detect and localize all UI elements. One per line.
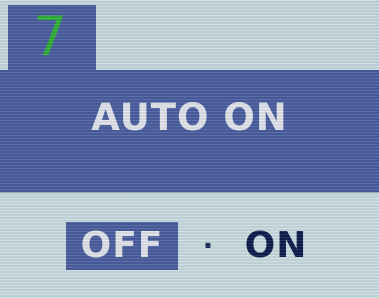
divider [0,192,379,193]
step-number: 7 [34,5,69,68]
option-selector: OFF · ON [0,222,379,274]
step-indicator: 7 [8,5,96,70]
option-on[interactable]: ON [226,222,326,270]
option-separator: · [202,229,214,262]
option-off[interactable]: OFF [66,222,178,270]
menu-title: AUTO ON [91,96,288,139]
osd-screen: 7 AUTO ON OFF · ON [0,0,379,298]
